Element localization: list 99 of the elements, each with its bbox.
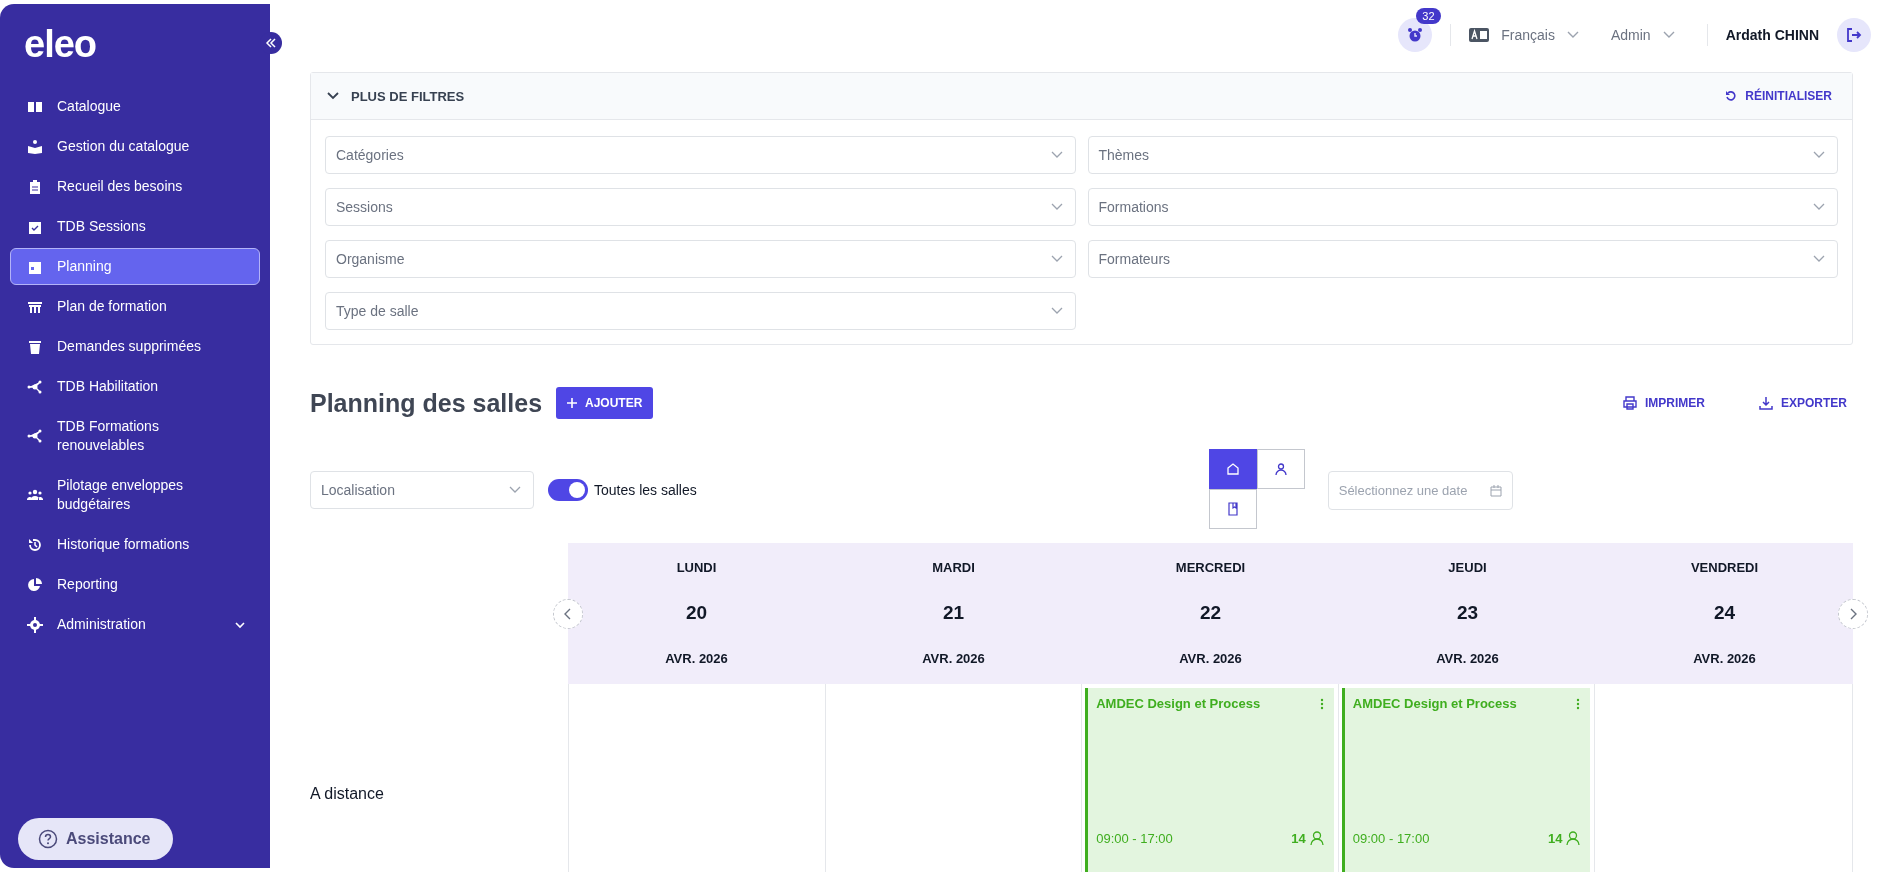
- day-number: 22: [1199, 602, 1222, 624]
- network-icon: [27, 428, 43, 444]
- day-number: 20: [685, 602, 708, 624]
- role-selector[interactable]: Admin: [1610, 27, 1675, 43]
- language-selector[interactable]: Français: [1469, 27, 1579, 43]
- logo: eleo: [23, 22, 98, 66]
- weekday-label: VENDREDI: [1690, 560, 1759, 575]
- home-view-button[interactable]: [1208, 449, 1257, 489]
- book-view-button[interactable]: [1208, 489, 1257, 529]
- weekday-label: MARDI: [932, 560, 975, 575]
- month-label: AVR. 2026: [922, 651, 985, 666]
- filter-dropdown[interactable]: Type de salle: [325, 292, 1076, 330]
- filters-toggle[interactable]: PLUS DE FILTRES: [327, 88, 465, 104]
- month-label: AVR. 2026: [1693, 651, 1756, 666]
- event-title: AMDEC Design et Process: [1352, 696, 1517, 711]
- toggle-label: Toutes les salles: [594, 482, 697, 498]
- print-button[interactable]: IMPRIMER: [1617, 395, 1711, 411]
- sidebar-item[interactable]: TDB Sessions: [10, 208, 260, 245]
- pie-icon: [27, 576, 43, 593]
- page-title: Planning des salles: [310, 388, 543, 418]
- sidebar-item[interactable]: Gestion du catalogue: [10, 128, 260, 165]
- chevron-down-icon: [1813, 151, 1825, 159]
- plus-icon: [567, 398, 578, 408]
- sidebar-item[interactable]: Administration: [10, 606, 260, 643]
- toggle-switch[interactable]: [548, 479, 588, 501]
- trash-icon: [27, 338, 43, 355]
- download-icon: [1759, 396, 1773, 410]
- chevron-down-icon: [1050, 307, 1063, 315]
- help-icon: [38, 829, 58, 849]
- chevron-icon: [235, 619, 245, 630]
- sidebar-item[interactable]: Plan de formation: [10, 288, 260, 325]
- sidebar-item[interactable]: TDB Formations renouvelables: [10, 408, 260, 464]
- chevron-down-icon: [1050, 151, 1063, 159]
- event-time: 09:00 - 17:00: [1096, 831, 1174, 846]
- person-icon: [1566, 831, 1581, 846]
- chevron-down-icon: [1813, 255, 1825, 263]
- person-view-button[interactable]: [1256, 449, 1305, 489]
- sidebar-item[interactable]: Historique formations: [10, 526, 260, 563]
- month-label: AVR. 2026: [1436, 651, 1499, 666]
- filter-dropdown[interactable]: Thèmes: [1087, 136, 1838, 174]
- participant-count: 14: [1291, 831, 1306, 846]
- notification-badge: 32: [1416, 8, 1441, 24]
- chevron-down-icon: [1662, 31, 1675, 39]
- alarm-clock-icon: [1407, 27, 1424, 43]
- export-button[interactable]: EXPORTER: [1753, 395, 1853, 411]
- weekday-label: MERCREDI: [1175, 560, 1246, 575]
- sidebar-item[interactable]: Planning: [10, 248, 260, 285]
- weekday-label: JEUDI: [1448, 560, 1487, 575]
- filter-dropdown[interactable]: Formations: [1087, 188, 1838, 226]
- people-icon: [27, 487, 43, 503]
- chevron-down-icon: [1813, 203, 1825, 211]
- participant-count: 14: [1547, 831, 1563, 846]
- add-button[interactable]: AJOUTER: [556, 387, 654, 419]
- reset-button[interactable]: RÉINITIALISER: [1725, 89, 1832, 103]
- weekday-label: LUNDI: [676, 560, 717, 575]
- id-card-icon: [1469, 28, 1490, 42]
- book-icon: [1225, 502, 1240, 516]
- month-label: AVR. 2026: [665, 651, 728, 666]
- logout-icon: [1846, 27, 1862, 43]
- clipboard-icon: [27, 178, 43, 195]
- logout-button[interactable]: [1837, 18, 1871, 52]
- history-icon: [27, 536, 43, 553]
- location-dropdown[interactable]: Localisation: [310, 471, 534, 509]
- reset-icon: [1725, 90, 1738, 102]
- assistance-button[interactable]: Assistance: [18, 818, 173, 860]
- network-icon: [27, 378, 43, 395]
- event-time: 09:00 - 17:00: [1352, 831, 1431, 846]
- chevron-right-icon: [1849, 608, 1857, 620]
- day-number: 21: [942, 602, 965, 624]
- double-chevron-icon: [265, 37, 277, 49]
- event-title: AMDEC Design et Process: [1096, 696, 1261, 711]
- chevron-down-icon: [509, 486, 521, 494]
- calendar-icon: [1489, 484, 1502, 497]
- person-icon: [1309, 831, 1324, 846]
- sidebar-item[interactable]: TDB Habilitation: [10, 368, 260, 405]
- chevron-down-icon: [1050, 255, 1063, 263]
- printer-icon: [1623, 396, 1637, 410]
- sidebar-item[interactable]: Catalogue: [10, 88, 260, 125]
- chevron-left-icon: [564, 608, 572, 620]
- month-label: AVR. 2026: [1179, 651, 1242, 666]
- filter-dropdown[interactable]: Organisme: [325, 240, 1076, 278]
- house-icon: [1225, 462, 1240, 476]
- filter-dropdown[interactable]: Sessions: [325, 188, 1076, 226]
- person-icon: [1273, 462, 1288, 476]
- chevron-down-icon: [1050, 203, 1063, 211]
- sidebar-item[interactable]: Pilotage enveloppes budgétaires: [10, 467, 260, 523]
- chevron-down-icon: [1566, 31, 1579, 39]
- day-number: 23: [1456, 602, 1479, 624]
- reader-icon: [27, 138, 43, 155]
- user-name: Ardath CHINN: [1725, 27, 1819, 43]
- chevron-icon: [327, 92, 339, 100]
- day-number: 24: [1713, 602, 1736, 624]
- sidebar-item[interactable]: Reporting: [10, 566, 260, 603]
- room-label: A distance: [310, 785, 384, 803]
- sidebar-item[interactable]: Demandes supprimées: [10, 328, 260, 365]
- filter-dropdown[interactable]: Catégories: [325, 136, 1076, 174]
- sidebar-item[interactable]: Recueil des besoins: [10, 168, 260, 205]
- alarm-clock-button[interactable]: [1398, 18, 1433, 52]
- filter-dropdown[interactable]: Formateurs: [1087, 240, 1838, 278]
